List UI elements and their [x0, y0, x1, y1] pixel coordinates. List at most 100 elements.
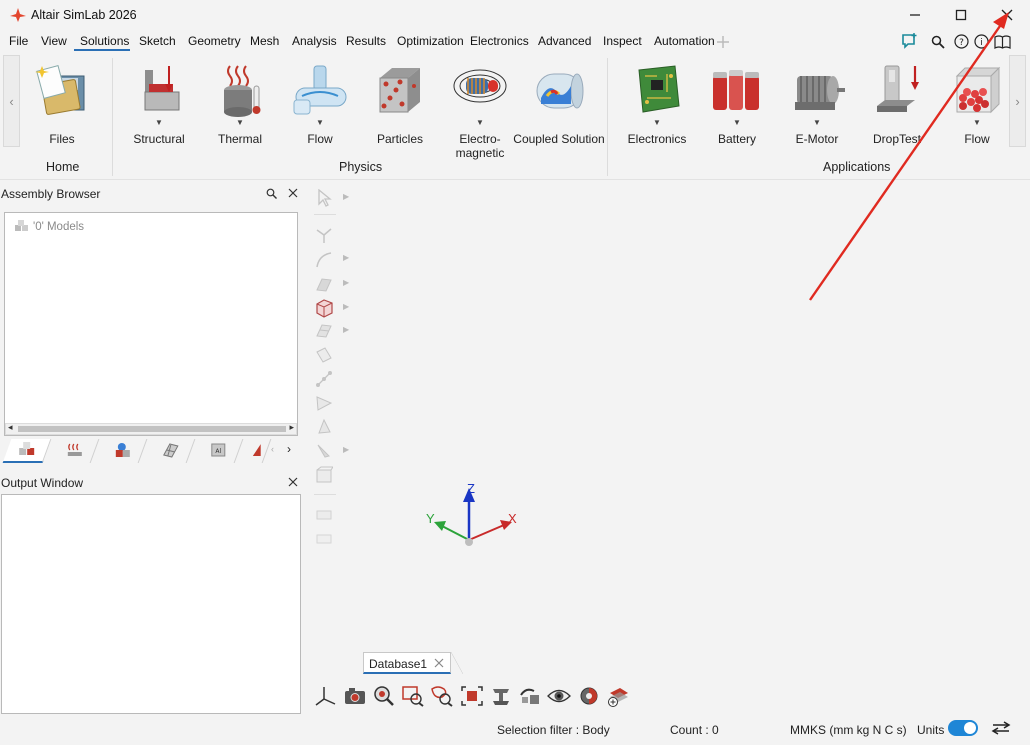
- documentation-icon[interactable]: [994, 35, 1011, 49]
- swap-icon[interactable]: [991, 721, 1011, 735]
- electronics-tool-button[interactable]: ▼ Electronics: [617, 60, 697, 160]
- display-mode-button[interactable]: [575, 682, 603, 710]
- select-vertex-tool[interactable]: [312, 224, 336, 246]
- battery-icon: [713, 70, 759, 110]
- units-toggle[interactable]: [948, 720, 978, 736]
- select-body-tool[interactable]: [312, 297, 336, 319]
- add-layer-button[interactable]: [604, 682, 632, 710]
- help-icon[interactable]: ?: [954, 34, 969, 49]
- close-button[interactable]: [984, 0, 1030, 30]
- database-tab-edge: [451, 652, 463, 674]
- fit-view-button[interactable]: [458, 682, 486, 710]
- scroll-right-arrow-icon[interactable]: ▸: [289, 422, 294, 433]
- zoom-window-button[interactable]: [399, 682, 427, 710]
- files-tool-button[interactable]: Files: [22, 60, 102, 160]
- pick-icon: [317, 444, 330, 458]
- visibility-button[interactable]: [545, 682, 573, 710]
- materials-tab-icon: [115, 442, 130, 457]
- search-icon[interactable]: [931, 35, 945, 49]
- battery-tool-button[interactable]: ▼ Battery: [697, 60, 777, 160]
- add-tab-icon[interactable]: [716, 35, 730, 49]
- axis-y-label: Y: [426, 511, 435, 526]
- section-view-button[interactable]: [487, 682, 515, 710]
- body-tool-arrow-icon[interactable]: ▶: [343, 302, 349, 311]
- tab-all[interactable]: Al: [194, 439, 244, 463]
- select-edge-tool[interactable]: [312, 249, 336, 271]
- camera-button[interactable]: [341, 682, 369, 710]
- assembly-tree[interactable]: '0' Models: [4, 212, 298, 436]
- pick-tool-arrow-icon[interactable]: ▶: [343, 445, 349, 454]
- flow-tool-button[interactable]: ▼ Flow: [280, 60, 360, 160]
- tabs-scroll-right-icon[interactable]: ›: [287, 442, 291, 456]
- tab-loads[interactable]: [50, 439, 100, 463]
- electromagnetic-dropdown-icon: ▼: [476, 118, 484, 127]
- database-tab[interactable]: Database1: [363, 652, 451, 674]
- select-pick-tool[interactable]: [312, 440, 336, 462]
- count-status: Count : 0: [670, 723, 719, 737]
- menu-sketch[interactable]: Sketch: [139, 34, 176, 48]
- filter-tool[interactable]: [312, 504, 336, 526]
- face-icon: [316, 278, 332, 292]
- output-window-area[interactable]: [1, 494, 301, 714]
- menu-view[interactable]: View: [41, 34, 67, 48]
- face-tool-arrow-icon[interactable]: ▶: [343, 278, 349, 287]
- menu-automation[interactable]: Automation: [654, 34, 715, 48]
- menu-analysis[interactable]: Analysis: [292, 34, 337, 48]
- rotate-view-button[interactable]: [516, 682, 544, 710]
- view-axes-button[interactable]: [312, 682, 340, 710]
- select-box-tool[interactable]: [312, 464, 336, 486]
- element-tool-arrow-icon[interactable]: ▶: [343, 325, 349, 334]
- select-triangle-tool[interactable]: [312, 392, 336, 414]
- database-tab-close-icon[interactable]: [434, 658, 444, 668]
- maximize-button[interactable]: [938, 0, 984, 30]
- filter-options-tool[interactable]: [312, 528, 336, 550]
- menu-mesh[interactable]: Mesh: [250, 34, 279, 48]
- emotor-tool-button[interactable]: ▼ E-Motor: [777, 60, 857, 160]
- menu-file[interactable]: File: [9, 34, 28, 48]
- select-element-tool[interactable]: [312, 320, 336, 342]
- structural-tool-button[interactable]: ▼ Structural: [119, 60, 199, 160]
- box-select-icon: [316, 466, 333, 483]
- select-face-tool[interactable]: [312, 274, 336, 296]
- output-close-icon[interactable]: [288, 477, 298, 487]
- menu-inspect[interactable]: Inspect: [603, 34, 642, 48]
- coupled-solution-label: Coupled Solution: [513, 132, 605, 146]
- select-node-tool[interactable]: [312, 368, 336, 390]
- particles-tool-button[interactable]: Particles: [360, 60, 440, 160]
- info-icon[interactable]: i: [974, 34, 989, 49]
- tab-assembly[interactable]: [2, 439, 52, 463]
- tab-more[interactable]: [242, 439, 272, 463]
- display-mode-icon: [580, 687, 598, 705]
- menu-solutions[interactable]: Solutions: [80, 34, 129, 48]
- coupled-solution-tool-button[interactable]: Coupled Solution: [513, 60, 605, 160]
- tab-materials[interactable]: [98, 439, 148, 463]
- select-pointer-tool[interactable]: [312, 187, 336, 209]
- tab-mesh[interactable]: [146, 439, 196, 463]
- minimize-button[interactable]: [892, 0, 938, 30]
- menu-optimization[interactable]: Optimization: [397, 34, 464, 48]
- pointer-tool-arrow-icon[interactable]: ▶: [343, 192, 349, 201]
- assembly-horizontal-scrollbar[interactable]: ◂ ▸: [5, 422, 297, 435]
- tree-root-models[interactable]: '0' Models: [33, 221, 84, 233]
- menu-geometry[interactable]: Geometry: [188, 34, 241, 48]
- feedback-icon[interactable]: [901, 33, 918, 50]
- electromagnetic-tool-button[interactable]: ▼ Electro- magnetic: [440, 60, 520, 160]
- menu-advanced[interactable]: Advanced: [538, 34, 591, 48]
- menu-electronics[interactable]: Electronics: [470, 34, 529, 48]
- assembly-search-icon[interactable]: [266, 188, 277, 199]
- tabs-scroll-left-icon[interactable]: ‹: [271, 444, 274, 454]
- edge-tool-arrow-icon[interactable]: ▶: [343, 253, 349, 262]
- assembly-close-icon[interactable]: [288, 188, 298, 198]
- node-icon: [316, 371, 332, 387]
- app-flow-tool-button[interactable]: ▼ Flow: [937, 60, 1017, 160]
- select-region-tool[interactable]: [312, 344, 336, 366]
- thermal-tool-button[interactable]: ▼ Thermal: [200, 60, 280, 160]
- select-wedge-tool[interactable]: [312, 416, 336, 438]
- zoom-lasso-button[interactable]: [428, 682, 456, 710]
- scroll-left-arrow-icon[interactable]: ◂: [8, 422, 13, 433]
- zoom-button[interactable]: [370, 682, 398, 710]
- svg-text:i: i: [980, 38, 983, 48]
- scroll-thumb[interactable]: [18, 426, 286, 432]
- menu-results[interactable]: Results: [346, 34, 386, 48]
- droptest-tool-button[interactable]: DropTest: [857, 60, 937, 160]
